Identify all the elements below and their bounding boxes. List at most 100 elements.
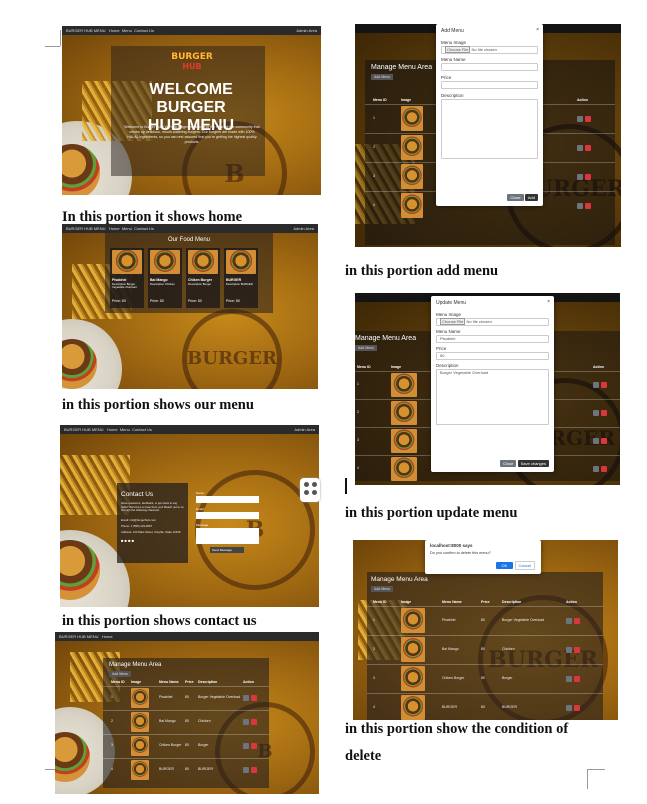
choose-file-button[interactable]: Choose File — [440, 318, 466, 325]
manage-title: Manage Menu Area — [371, 576, 428, 583]
ok-button[interactable]: OK — [495, 562, 514, 569]
menu-name-label: Menu Name — [436, 329, 461, 334]
menu-image-input[interactable]: Choose File No file chosen — [436, 318, 549, 326]
nav-admin-link[interactable]: Admin Area — [296, 26, 317, 35]
table-header: Menu Name — [159, 680, 179, 684]
edit-icon[interactable] — [593, 438, 599, 444]
nav-brand[interactable]: BURGER HUB MENU — [59, 634, 99, 639]
food-price: Price: 80 — [112, 299, 126, 303]
nav-contact-link[interactable]: Contact Us — [134, 226, 154, 231]
edit-icon[interactable] — [243, 743, 249, 749]
edit-icon[interactable] — [566, 675, 572, 682]
delete-icon[interactable] — [585, 173, 591, 180]
nav-admin-link[interactable]: Admin Area — [294, 425, 315, 434]
nav-menu-link[interactable]: Menu — [122, 226, 132, 231]
delete-icon[interactable] — [574, 646, 580, 653]
delete-icon[interactable] — [601, 438, 607, 444]
add-menu-button[interactable]: Add Menu — [371, 74, 393, 80]
drag-handle-icon[interactable] — [300, 478, 320, 502]
nav-menu-link[interactable]: Menu — [120, 427, 130, 432]
edit-icon[interactable] — [577, 115, 583, 122]
cell-id: 4 — [373, 704, 375, 709]
name-input[interactable] — [196, 496, 259, 503]
nav-home-link[interactable]: Home — [102, 634, 113, 639]
menu-screenshot: BURGER HUB MENU Home Menu Contact Us Adm… — [62, 224, 318, 389]
email-input[interactable] — [196, 512, 259, 519]
close-button[interactable]: Close — [507, 194, 524, 201]
corner-mark-bottom-right — [587, 769, 588, 789]
navbar: BURGER HUB MENU Home — [55, 632, 319, 641]
nav-brand[interactable]: BURGER HUB MENU — [66, 226, 106, 231]
delete-icon[interactable] — [574, 704, 580, 711]
add-menu-button[interactable]: Add Menu — [371, 585, 393, 592]
add-button[interactable]: Add — [524, 194, 538, 201]
delete-icon[interactable] — [585, 202, 591, 209]
delete-icon[interactable] — [251, 719, 257, 725]
cell-name: Pisabhei — [442, 617, 456, 622]
edit-icon[interactable] — [593, 410, 599, 416]
menu-name-input[interactable]: Pisabhei — [436, 335, 549, 343]
delete-icon[interactable] — [574, 617, 580, 624]
edit-icon[interactable] — [566, 646, 572, 653]
cell-id: 1 — [373, 115, 375, 120]
close-icon[interactable]: × — [536, 27, 539, 33]
delete-icon[interactable] — [251, 767, 257, 773]
contact-text: Have questions, feedback, or just want t… — [121, 501, 184, 513]
linkedin-icon[interactable]: ■ — [132, 538, 134, 543]
delete-icon[interactable] — [251, 695, 257, 701]
food-image — [226, 250, 256, 274]
email-label: Email — [196, 507, 204, 511]
description-label: Description — [436, 363, 459, 368]
nav-home-link[interactable]: Home — [107, 427, 118, 432]
twitter-icon[interactable]: ■ — [125, 538, 127, 543]
menu-image-input[interactable]: Choose File No file chosen — [441, 46, 538, 54]
cell-id: 2 — [357, 410, 359, 414]
nav-contact-link[interactable]: Contact Us — [134, 28, 154, 33]
nav-admin-link[interactable]: Admin Area — [293, 224, 314, 233]
table-header: Action — [577, 98, 588, 102]
nav-home-link[interactable]: Home — [109, 226, 120, 231]
edit-icon[interactable] — [593, 382, 599, 388]
nav-home-link[interactable]: Home — [109, 28, 120, 33]
edit-icon[interactable] — [243, 695, 249, 701]
edit-icon[interactable] — [577, 144, 583, 151]
choose-file-button[interactable]: Choose File — [445, 46, 471, 53]
delete-icon[interactable] — [601, 410, 607, 416]
close-icon[interactable]: × — [547, 299, 550, 305]
cell-id: 2 — [373, 646, 375, 651]
price-input[interactable]: 80 — [436, 352, 549, 360]
edit-icon[interactable] — [566, 704, 572, 711]
edit-icon[interactable] — [243, 767, 249, 773]
edit-icon[interactable] — [243, 719, 249, 725]
menu-image — [391, 401, 417, 425]
delete-icon[interactable] — [601, 382, 607, 388]
manage-menu-panel: Manage Menu Area Add Menu Menu ID Image Menu… — [103, 658, 269, 788]
close-button[interactable]: Close — [500, 460, 517, 467]
description-input[interactable] — [441, 99, 538, 159]
cancel-button[interactable]: Cancel — [514, 561, 535, 570]
instagram-icon[interactable]: ■ — [128, 538, 130, 543]
edit-icon[interactable] — [593, 466, 599, 472]
nav-contact-link[interactable]: Contact Us — [132, 427, 152, 432]
add-menu-button[interactable]: Add Menu — [355, 345, 377, 351]
nav-brand[interactable]: BURGER HUB MENU — [66, 28, 106, 33]
message-input[interactable] — [196, 528, 259, 544]
nav-brand[interactable]: BURGER HUB MENU — [64, 427, 104, 432]
nav-menu-link[interactable]: Menu — [122, 28, 132, 33]
add-menu-button[interactable]: Add Menu — [109, 671, 131, 677]
send-message-button[interactable]: Send Message — [210, 547, 244, 553]
delete-icon[interactable] — [585, 115, 591, 122]
save-changes-button[interactable]: Save changes — [517, 460, 549, 467]
delete-icon[interactable] — [251, 743, 257, 749]
delete-icon[interactable] — [585, 144, 591, 151]
edit-icon[interactable] — [577, 173, 583, 180]
menu-name-input[interactable] — [441, 63, 538, 71]
price-input[interactable] — [441, 81, 538, 89]
edit-icon[interactable] — [577, 202, 583, 209]
delete-icon[interactable] — [601, 466, 607, 472]
description-input[interactable]: Burger Vegetable Overload — [436, 369, 549, 425]
facebook-icon[interactable]: ■ — [121, 538, 123, 543]
edit-icon[interactable] — [566, 617, 572, 624]
contact-phone: Phone: 1 (555) 123-4567 — [121, 523, 153, 528]
delete-icon[interactable] — [574, 675, 580, 682]
